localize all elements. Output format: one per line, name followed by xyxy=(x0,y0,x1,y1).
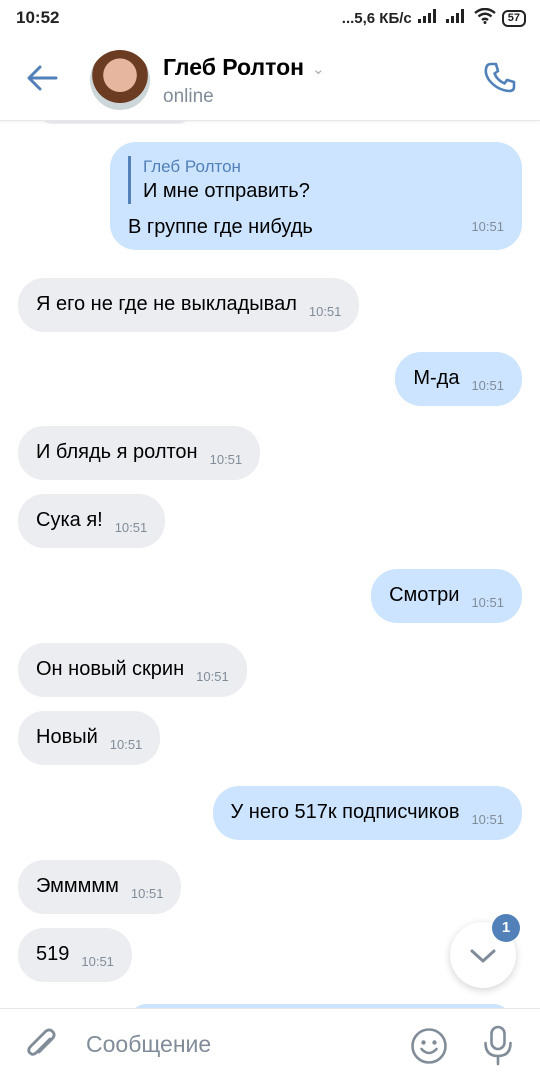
arrow-left-icon xyxy=(27,65,58,91)
status-bar: 10:52 ...5,6 КБ/с 57 xyxy=(0,0,540,36)
message-bubble-incoming[interactable]: Эммммм 10:51 xyxy=(18,860,182,914)
unread-badge: 1 xyxy=(492,914,520,942)
message-time: 10:51 xyxy=(81,954,114,969)
message-bubble-incoming[interactable]: Сука я! 10:51 xyxy=(18,494,166,548)
reply-author: Глеб Ролтон xyxy=(143,157,241,176)
battery-indicator: 57 xyxy=(501,9,526,27)
phone-icon xyxy=(484,62,516,93)
message-text: В группе где нибудь xyxy=(128,216,313,238)
paperclip-icon xyxy=(27,1028,56,1056)
back-button[interactable] xyxy=(22,58,62,98)
chat-header: Глеб Ролтон ⌄ online xyxy=(0,36,540,121)
message-bubble-incoming[interactable]: Я его не где не выкладывал 10:51 xyxy=(18,278,360,332)
message-time: 10:51 xyxy=(471,812,504,827)
status-time: 10:52 xyxy=(16,8,60,27)
message-time: 10:51 xyxy=(130,886,164,901)
message-bubble-outgoing[interactable]: Глеб Ролтон И мне отправить? В группе гд… xyxy=(110,142,522,250)
message-input[interactable] xyxy=(86,1031,386,1058)
message-time: 10:51 xyxy=(471,219,504,234)
avatar[interactable] xyxy=(90,50,150,110)
message-text: 519 xyxy=(36,943,70,965)
message-time: 10:51 xyxy=(308,304,342,319)
message-text: Он новый скрин xyxy=(36,658,185,680)
microphone-icon xyxy=(484,1025,512,1066)
message-text: И блядь я ролтон xyxy=(36,441,198,463)
message-time: 10:51 xyxy=(471,378,504,393)
smile-icon xyxy=(411,1028,447,1064)
message-text: М-да xyxy=(413,367,460,389)
message-text: Сука я! xyxy=(36,509,103,531)
chevron-down-icon: ⌄ xyxy=(312,60,325,78)
chat-title[interactable]: Глеб Ролтон ⌄ xyxy=(163,54,325,81)
message-text: Я его не где не выкладывал xyxy=(36,293,297,315)
attach-button[interactable] xyxy=(22,1025,62,1065)
message-bubble-outgoing[interactable]: Смотри 10:51 xyxy=(371,569,522,623)
emoji-button[interactable] xyxy=(410,1027,448,1065)
message-bubble-outgoing[interactable]: М-да 10:51 xyxy=(395,352,522,406)
status-icons: ...5,6 КБ/с 57 xyxy=(341,7,526,28)
signal-icon xyxy=(417,9,440,27)
contact-name: Глеб Ролтон xyxy=(163,54,305,80)
signal-icon xyxy=(445,9,468,27)
message-bubble-incoming[interactable]: И блядь я ролтон 10:51 xyxy=(18,426,261,480)
message-bubble-incoming[interactable]: Новый 10:51 xyxy=(18,711,161,765)
message-time: 10:51 xyxy=(196,669,229,684)
message-bubble-incoming[interactable]: 519 10:51 xyxy=(18,928,132,982)
wifi-icon xyxy=(474,7,496,28)
message-text: Новый xyxy=(36,726,98,748)
call-button[interactable] xyxy=(482,60,518,96)
reply-text: И мне отправить? xyxy=(143,180,310,202)
message-time: 10:51 xyxy=(114,520,148,535)
message-time: 10:51 xyxy=(109,737,143,752)
message-text: У него 517к подписчиков xyxy=(230,801,460,823)
message-bubble-incoming[interactable]: Он новый скрин 10:51 xyxy=(18,643,247,697)
message-list[interactable]: Глеб Ролтон И мне отправить? В группе гд… xyxy=(0,120,540,1008)
message-composer xyxy=(0,1008,540,1081)
message-time: 10:51 xyxy=(471,595,504,610)
message-text: Смотри xyxy=(389,584,460,606)
network-speed: ...5,6 КБ/с xyxy=(341,9,412,27)
message-time: 10:51 xyxy=(209,452,243,467)
voice-record-button[interactable] xyxy=(482,1025,514,1067)
message-text: Эммммм xyxy=(36,875,119,897)
message-bubble-outgoing[interactable]: У него 517к подписчиков 10:51 xyxy=(212,786,522,840)
reply-quote[interactable]: Глеб Ролтон И мне отправить? xyxy=(128,156,504,204)
contact-status: online xyxy=(163,86,214,107)
